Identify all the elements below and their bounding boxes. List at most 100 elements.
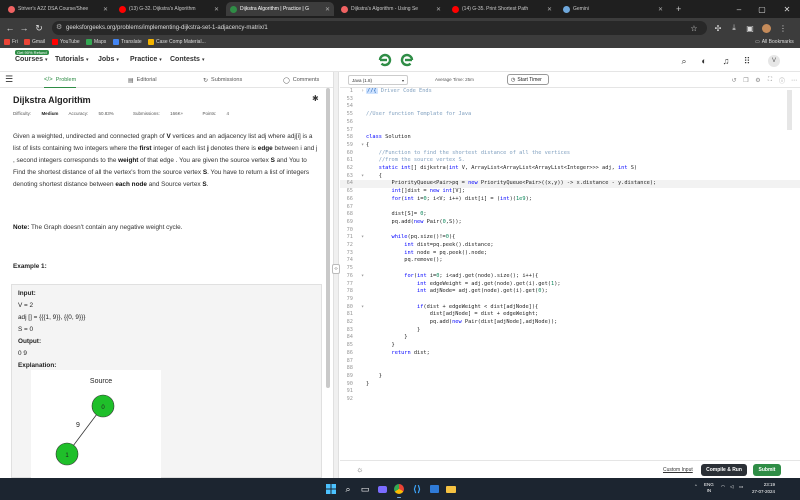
tab-close-icon[interactable]: ✕ [100,6,108,13]
browser-tab[interactable]: (14) G-35. Print Shortest Path ✕ [448,2,556,16]
all-bookmarks[interactable]: ▭ All Bookmarks [755,39,794,45]
bookmark-item[interactable]: Case Comp Material... [148,39,206,45]
vscode-icon[interactable]: ⟨⟩ [410,482,424,496]
browser-tab[interactable]: Dijkstra's Algorithm - Using Se ✕ [337,2,445,16]
tab-close-icon[interactable]: ✕ [655,6,663,13]
editor-scrollbar[interactable] [787,90,792,130]
browser-tab[interactable]: Dijkstra Algorithm | Practice | G ✕ [226,2,334,16]
bookmark-favicon-icon [24,39,30,45]
problem-scrollbar[interactable] [326,88,330,388]
maximize-icon[interactable]: ▢ [753,0,771,18]
report-bug-icon[interactable]: ✱ [312,94,319,103]
bookmark-favicon-icon [148,39,154,45]
editor-bottom-bar: ☼ Custom Input Compile & Run Submit [340,460,800,478]
code-line: 81 dist[adjNode] = dist + edgeWeight; [346,311,539,318]
fullscreen-icon[interactable]: ⛶ [766,76,774,84]
task-view-icon[interactable]: ▭ [358,482,372,496]
explanation-label: Explanation: [18,362,57,369]
address-bar[interactable]: ⚙ geeksforgeeks.org/problems/implementin… [52,21,707,35]
nav-item-practice[interactable]: Practice ▾ [130,56,162,63]
tab-close-icon[interactable]: ✕ [544,6,552,13]
tab-close-icon[interactable]: ✕ [322,6,330,13]
profile-avatar-icon[interactable] [760,22,772,34]
resize-handle-icon[interactable]: ‹› [332,264,340,274]
tab-close-icon[interactable]: ✕ [433,6,441,13]
dark-mode-icon[interactable]: ◐ [697,54,711,68]
compile-run-button[interactable]: Compile & Run [701,464,747,476]
browser-tab[interactable]: Striver's A2Z DSA Course/Shee ✕ [4,2,112,16]
bookmark-item[interactable]: Translate [113,39,142,45]
tab-label: (14) G-35. Print Shortest Path [462,6,529,12]
hamburger-menu-icon[interactable]: ☰ [5,74,13,85]
language-select[interactable]: Java (1.8) ▾ [348,75,408,85]
store-icon[interactable] [427,482,441,496]
language-indicator[interactable]: ENG IN [704,482,714,494]
tab-submissions[interactable]: ↻ Submissions [203,72,242,88]
browser-tab[interactable]: (13) G-32. Dijkstra's Algorithm ✕ [115,2,223,16]
code-line: 70 [346,226,353,233]
sidepanel-icon[interactable]: ▣ [744,22,756,34]
code-editor[interactable]: 1 ›//{ Driver Code Ends 53 54 55 //User f… [340,88,800,460]
code-line: 60 //Function to find the shortest dista… [346,149,571,156]
tab-problem[interactable]: </> Problem [44,72,77,88]
volume-icon[interactable]: ◁ [730,484,733,490]
code-line: 91 [346,388,353,395]
menu-dots-icon[interactable]: ⋮ [777,22,789,34]
difficulty-value: Medium [41,111,59,116]
problem-description: Given a weighted, undirected and connect… [13,133,318,188]
search-icon[interactable]: ⌕ [677,54,691,68]
tab-close-icon[interactable]: ✕ [211,6,219,13]
close-window-icon[interactable]: ✕ [778,0,796,18]
bookmark-item[interactable]: Gmail [24,39,45,45]
info-icon[interactable]: ⓘ [778,76,786,85]
nav-item-courses[interactable]: Courses ▾ [15,56,48,63]
wifi-icon[interactable]: ◠ [721,484,725,490]
new-tab-button[interactable]: + [672,2,686,16]
gfg-logo[interactable] [376,52,416,68]
battery-icon[interactable]: ▭ [739,484,743,490]
nav-item-tutorials[interactable]: Tutorials ▾ [55,56,89,63]
site-info-icon[interactable]: ⚙ [56,23,62,31]
windows-start-icon[interactable] [324,482,338,496]
nav-item-contests[interactable]: Contests ▾ [170,56,204,63]
taskbar-search-icon[interactable]: ⌕ [341,482,355,496]
panel-divider[interactable] [333,72,339,478]
bookmark-item[interactable]: YouTube [52,39,80,45]
lightbulb-icon[interactable]: ☼ [356,465,363,474]
bookmark-item[interactable]: Fri [4,39,18,45]
bookmark-star-icon[interactable]: ☆ [688,22,700,34]
nav-item-jobs[interactable]: Jobs ▾ [98,56,119,63]
submit-button[interactable]: Submit [753,464,781,476]
tab-favicon-icon [341,5,348,13]
taskbar-clock[interactable]: 23:19 27-07-2024 [752,481,775,495]
tab-editorial[interactable]: ▤ Editorial [128,72,157,88]
more-icon[interactable]: ⋯ [790,76,798,84]
chrome-icon[interactable] [392,482,406,498]
problem-tabs: </> Problem ▤ Editorial ↻ Submissions ◯ Comment… [0,72,333,88]
extensions-icon[interactable]: ✣ [712,22,724,34]
reload-icon[interactable]: ↻ [33,21,45,35]
example-graph: Source 0 1 9 [31,370,161,478]
bookmark-item[interactable]: Maps [86,39,106,45]
start-timer-button[interactable]: ◷ Start Timer [507,74,549,85]
tab-comments[interactable]: ◯ Comments [283,72,319,88]
back-icon[interactable]: ← [4,21,16,35]
downloads-icon[interactable]: ⤓ [728,22,740,34]
apps-grid-icon[interactable]: ⠿ [740,54,754,68]
code-line: 82 pq.add(new Pair(dist[adjNode],adjNode… [346,319,558,325]
meet-icon[interactable] [375,482,389,496]
custom-input-link[interactable]: Custom Input [663,467,693,473]
settings-icon[interactable]: ⚙ [754,76,762,84]
copy-icon[interactable]: ❐ [742,76,750,84]
reset-icon[interactable]: ↺ [730,76,738,84]
browser-tab[interactable]: Gemini ✕ [559,2,667,16]
forward-icon[interactable]: → [18,21,30,35]
code-line: 61 //from the source vertex S. [346,157,465,164]
user-avatar[interactable]: V [768,55,780,67]
notification-bell-icon[interactable]: ♫ [719,54,733,68]
explorer-icon[interactable] [444,482,458,496]
minimize-icon[interactable]: – [730,0,748,18]
bookmark-favicon-icon [113,39,119,45]
tray-chevron-icon[interactable]: ⌃ [694,484,698,490]
bookmark-icon[interactable]: ▯ [80,96,84,104]
